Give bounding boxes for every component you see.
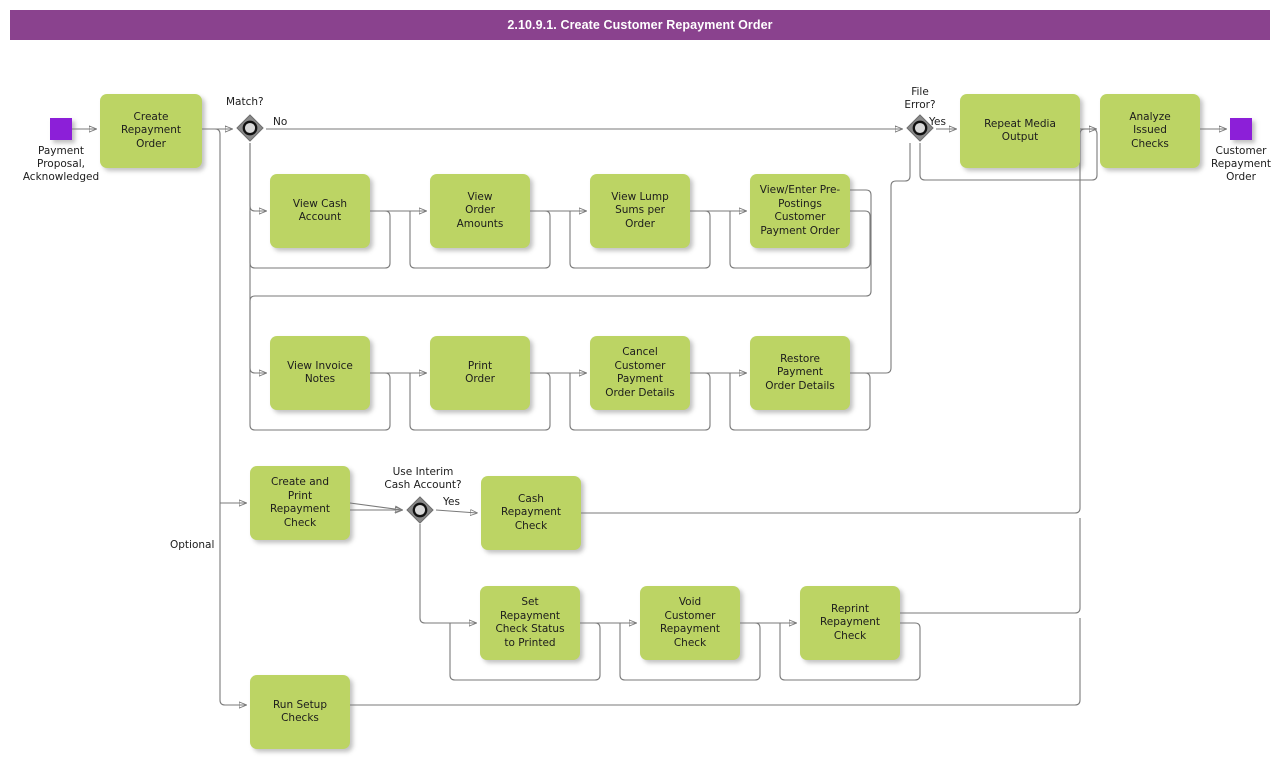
start-event[interactable]	[50, 118, 72, 140]
gateway-file-error-label: File Error?	[904, 86, 936, 111]
task-reprint-repayment-check[interactable]: Reprint Repayment Check	[800, 586, 900, 660]
gateway-use-interim-cash-account[interactable]	[406, 496, 434, 524]
gateway-match-branch-no: No	[273, 116, 288, 128]
task-view-invoice-notes[interactable]: View Invoice Notes	[270, 336, 370, 410]
task-create-and-print-repayment-check[interactable]: Create and Print Repayment Check	[250, 466, 350, 540]
task-view-order-amounts[interactable]: View Order Amounts	[430, 174, 530, 248]
task-run-setup-checks[interactable]: Run Setup Checks	[250, 675, 350, 749]
task-cash-repayment-check[interactable]: Cash Repayment Check	[481, 476, 581, 550]
annotation-optional: Optional	[170, 539, 215, 551]
gateway-file-error-branch-yes: Yes	[929, 116, 946, 128]
task-restore-payment-order-details[interactable]: Restore Payment Order Details	[750, 336, 850, 410]
end-event-label: Customer Repayment Order	[1210, 145, 1272, 183]
page-title: 2.10.9.1. Create Customer Repayment Orde…	[10, 10, 1270, 40]
task-cancel-customer-payment-order-details[interactable]: Cancel Customer Payment Order Details	[590, 336, 690, 410]
gateway-use-interim-branch-yes: Yes	[443, 496, 460, 508]
task-void-customer-repayment-check[interactable]: Void Customer Repayment Check	[640, 586, 740, 660]
gateway-use-interim-label: Use Interim Cash Account?	[384, 466, 462, 491]
end-event[interactable]	[1230, 118, 1252, 140]
task-create-repayment-order[interactable]: Create Repayment Order	[100, 94, 202, 168]
task-view-enter-pre-postings-customer-payment-order[interactable]: View/Enter Pre- Postings Customer Payment O…	[750, 174, 850, 248]
task-repeat-media-output[interactable]: Repeat Media Output	[960, 94, 1080, 168]
task-set-repayment-check-status-to-printed[interactable]: Set Repayment Check Status to Printed	[480, 586, 580, 660]
gateway-match-label: Match?	[226, 96, 264, 108]
diagram-canvas: 2.10.9.1. Create Customer Repayment Orde…	[0, 0, 1280, 760]
gateway-match[interactable]	[236, 114, 264, 142]
task-print-order[interactable]: Print Order	[430, 336, 530, 410]
task-analyze-issued-checks[interactable]: Analyze Issued Checks	[1100, 94, 1200, 168]
task-view-lump-sums-per-order[interactable]: View Lump Sums per Order	[590, 174, 690, 248]
task-view-cash-account[interactable]: View Cash Account	[270, 174, 370, 248]
